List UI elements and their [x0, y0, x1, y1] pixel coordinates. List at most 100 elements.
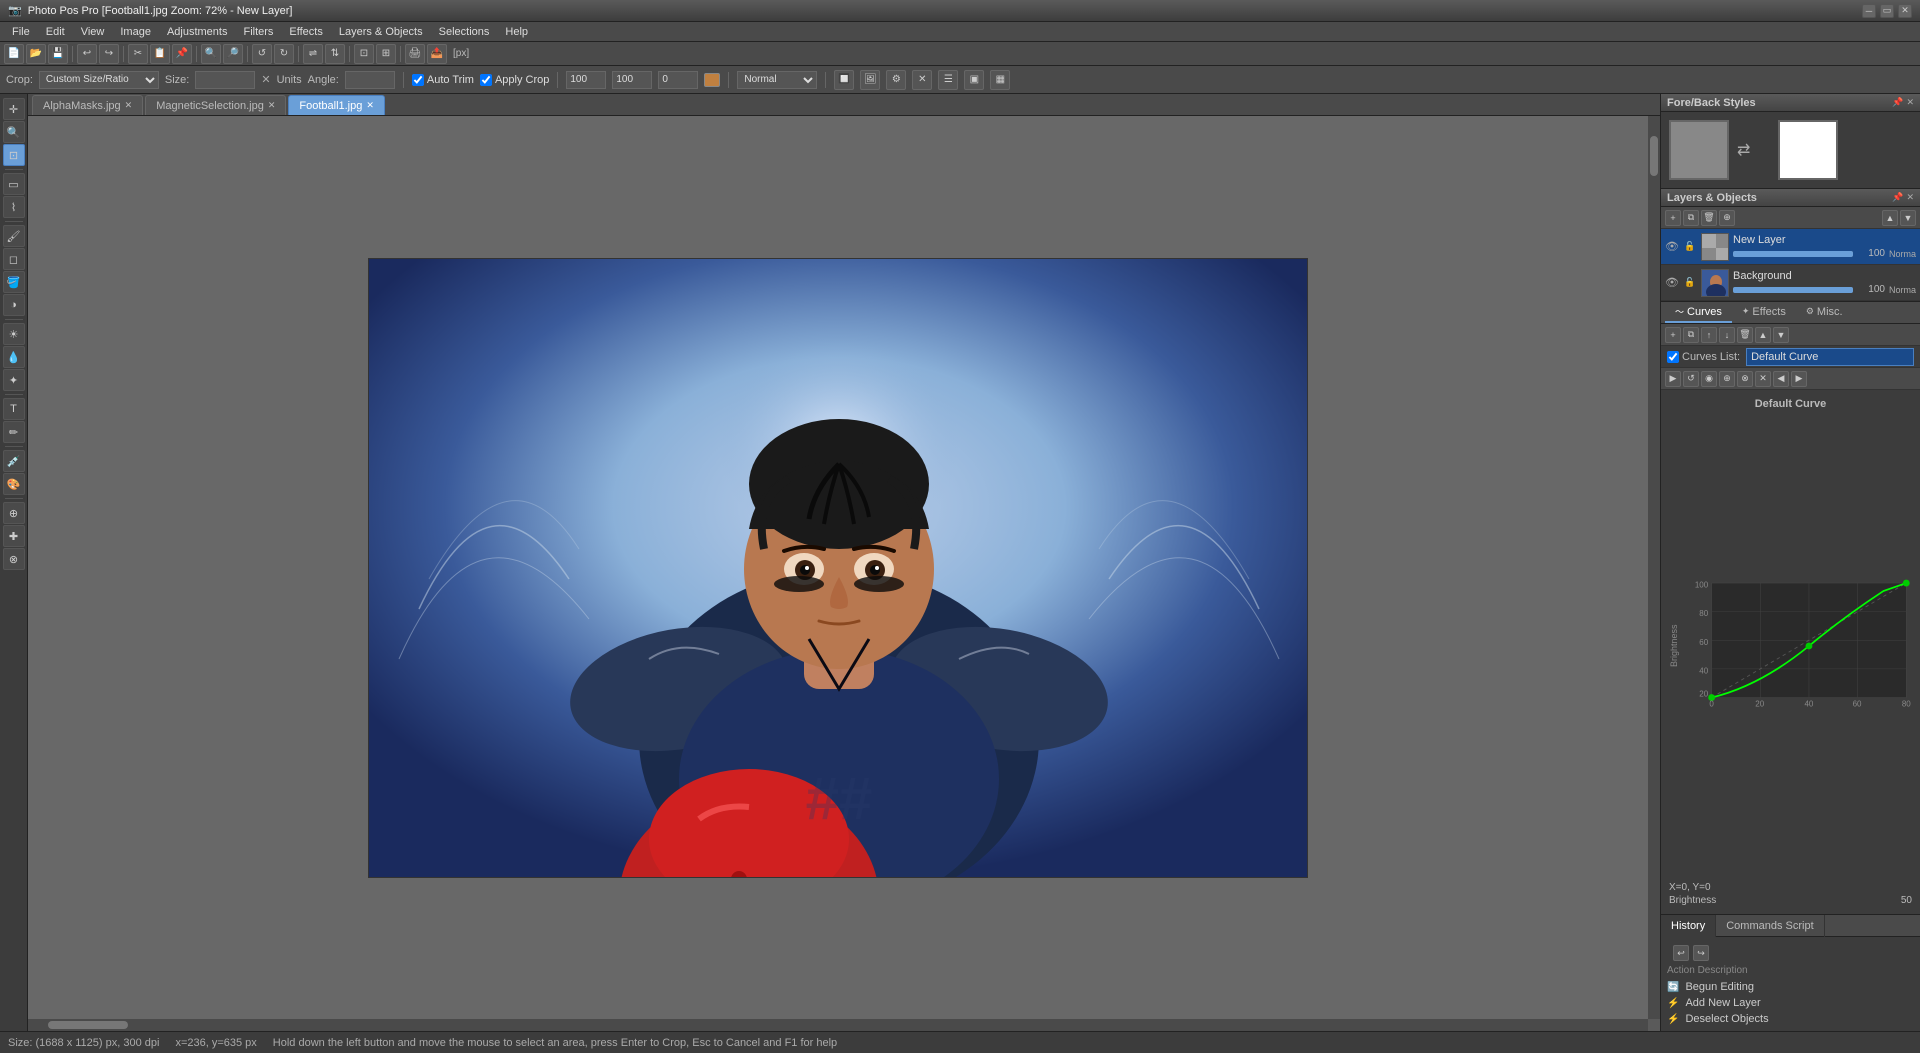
layers-move-up-button[interactable]: ▲ — [1882, 210, 1898, 226]
menu-adjustments[interactable]: Adjustments — [159, 24, 236, 40]
blend-mode-select[interactable]: Normal — [737, 71, 817, 89]
tool-move[interactable]: ✛ — [3, 98, 25, 120]
scroll-thumb-horizontal[interactable] — [48, 1021, 128, 1029]
options-btn-3[interactable]: ⚙ — [886, 70, 906, 90]
tool-color-replace[interactable]: 🎨 — [3, 473, 25, 495]
layer-eye-bg[interactable]: 👁 — [1665, 276, 1679, 290]
layer-eye-new[interactable]: 👁 — [1665, 240, 1679, 254]
background-swatch[interactable] — [1778, 120, 1838, 180]
canvas-scroll-horizontal[interactable] — [28, 1019, 1648, 1031]
print-button[interactable]: 🖨 — [405, 44, 425, 64]
fore-back-pin-button[interactable]: 📌 — [1892, 97, 1903, 108]
curve-edit-btn5[interactable]: ⊗ — [1737, 371, 1753, 387]
curves-export-button[interactable]: ↓ — [1719, 327, 1735, 343]
color-indicator[interactable] — [704, 73, 720, 87]
curves-up-button[interactable]: ▲ — [1755, 327, 1771, 343]
menu-image[interactable]: Image — [112, 24, 159, 40]
paste-button[interactable]: 📌 — [172, 44, 192, 64]
swap-button[interactable]: ⇄ — [1737, 140, 1750, 160]
canvas-image[interactable]: ## — [368, 258, 1308, 878]
layers-merge-button[interactable]: ⊕ — [1719, 210, 1735, 226]
export-button[interactable]: 📤 — [427, 44, 447, 64]
tool-pen[interactable]: ✏ — [3, 421, 25, 443]
curve-edit-btn7[interactable]: ◀ — [1773, 371, 1789, 387]
curves-down-button[interactable]: ▼ — [1773, 327, 1789, 343]
angle-input[interactable] — [345, 71, 395, 89]
history-redo-button[interactable]: ↪ — [1693, 945, 1709, 961]
value3-input[interactable] — [658, 71, 698, 89]
curves-import-button[interactable]: ↑ — [1701, 327, 1717, 343]
zoom-out-button[interactable]: 🔎 — [223, 44, 243, 64]
tab-magnetic-selection[interactable]: MagneticSelection.jpg ✕ — [145, 95, 286, 115]
menu-file[interactable]: File — [4, 24, 38, 40]
tool-crop[interactable]: ⊡ — [3, 144, 25, 166]
history-undo-button[interactable]: ↩ — [1673, 945, 1689, 961]
value1-input[interactable] — [566, 71, 606, 89]
curves-list-value[interactable]: Default Curve — [1746, 348, 1914, 366]
apply-crop-checkbox[interactable] — [480, 74, 492, 86]
foreground-swatch[interactable] — [1669, 120, 1729, 180]
curve-edit-btn2[interactable]: ↺ — [1683, 371, 1699, 387]
tool-clone[interactable]: ⊕ — [3, 502, 25, 524]
curve-edit-btn1[interactable]: ▶ — [1665, 371, 1681, 387]
ce-tab-curves[interactable]: 〜 Curves — [1665, 303, 1732, 323]
zoom-in-button[interactable]: 🔍 — [201, 44, 221, 64]
history-tab-history[interactable]: History — [1661, 915, 1716, 937]
minimize-button[interactable]: ─ — [1862, 4, 1876, 18]
options-btn-1[interactable]: 🔲 — [834, 70, 854, 90]
layers-duplicate-button[interactable]: ⧉ — [1683, 210, 1699, 226]
layer-lock-bg[interactable]: 🔓 — [1683, 276, 1697, 290]
curve-edit-btn3[interactable]: ◉ — [1701, 371, 1717, 387]
tool-fill[interactable]: 🪣 — [3, 271, 25, 293]
tool-zoom[interactable]: 🔍 — [3, 121, 25, 143]
menu-help[interactable]: Help — [497, 24, 536, 40]
layer-row-new-layer[interactable]: 👁 🔓 New Layer 1 — [1661, 229, 1920, 265]
curve-svg[interactable]: 100 80 60 40 20 0 20 40 60 80 — [1683, 414, 1912, 878]
curve-edit-btn8[interactable]: ▶ — [1791, 371, 1807, 387]
tab-magnetic-selection-close[interactable]: ✕ — [268, 100, 276, 111]
curves-delete-button[interactable]: 🗑 — [1737, 327, 1753, 343]
canvas-scroll-vertical[interactable] — [1648, 116, 1660, 1019]
options-btn-6[interactable]: ▣ — [964, 70, 984, 90]
layer-lock-new[interactable]: 🔓 — [1683, 240, 1697, 254]
curves-new-button[interactable]: + — [1665, 327, 1681, 343]
tool-gradient[interactable]: ◑ — [3, 294, 25, 316]
history-tab-commands[interactable]: Commands Script — [1716, 915, 1824, 937]
tab-football1[interactable]: Football1.jpg ✕ — [288, 95, 385, 115]
ce-tab-misc[interactable]: ⚙ Misc. — [1796, 303, 1853, 323]
close-button[interactable]: ✕ — [1898, 4, 1912, 18]
tool-select-lasso[interactable]: ⌇ — [3, 196, 25, 218]
ce-tab-effects[interactable]: ✦ Effects — [1732, 303, 1796, 323]
layer-row-background[interactable]: 👁 🔓 Background 100 — [1661, 265, 1920, 301]
options-btn-5[interactable]: ☰ — [938, 70, 958, 90]
layers-new-button[interactable]: + — [1665, 210, 1681, 226]
history-item-begun-editing[interactable]: 🔄 Begun Editing — [1667, 979, 1914, 995]
transform-button[interactable]: ⊡ — [354, 44, 374, 64]
flip-h-button[interactable]: ⇌ — [303, 44, 323, 64]
layers-close-button[interactable]: ✕ — [1906, 192, 1914, 203]
options-btn-7[interactable]: ▦ — [990, 70, 1010, 90]
select-all-button[interactable]: ⊞ — [376, 44, 396, 64]
size-input[interactable] — [195, 71, 255, 89]
scroll-thumb-vertical[interactable] — [1650, 136, 1658, 176]
crop-select[interactable]: Custom Size/Ratio — [39, 71, 159, 89]
menu-view[interactable]: View — [73, 24, 113, 40]
layers-move-down-button[interactable]: ▼ — [1900, 210, 1916, 226]
tab-football1-close[interactable]: ✕ — [366, 100, 374, 111]
menu-layers-objects[interactable]: Layers & Objects — [331, 24, 431, 40]
restore-button[interactable]: ▭ — [1880, 4, 1894, 18]
tool-eyedropper[interactable]: 💉 — [3, 450, 25, 472]
menu-edit[interactable]: Edit — [38, 24, 73, 40]
curves-list-checkbox[interactable] — [1667, 351, 1679, 363]
layers-delete-button[interactable]: 🗑 — [1701, 210, 1717, 226]
auto-trim-checkbox[interactable] — [412, 74, 424, 86]
layers-pin-button[interactable]: 📌 — [1892, 192, 1903, 203]
history-item-deselect[interactable]: ⚡ Deselect Objects — [1667, 1011, 1914, 1027]
curve-edit-btn4[interactable]: ⊕ — [1719, 371, 1735, 387]
tool-patch[interactable]: ⊗ — [3, 548, 25, 570]
menu-effects[interactable]: Effects — [281, 24, 330, 40]
value2-input[interactable] — [612, 71, 652, 89]
tool-text[interactable]: T — [3, 398, 25, 420]
fore-back-close-button[interactable]: ✕ — [1906, 97, 1914, 108]
cut-button[interactable]: ✂ — [128, 44, 148, 64]
